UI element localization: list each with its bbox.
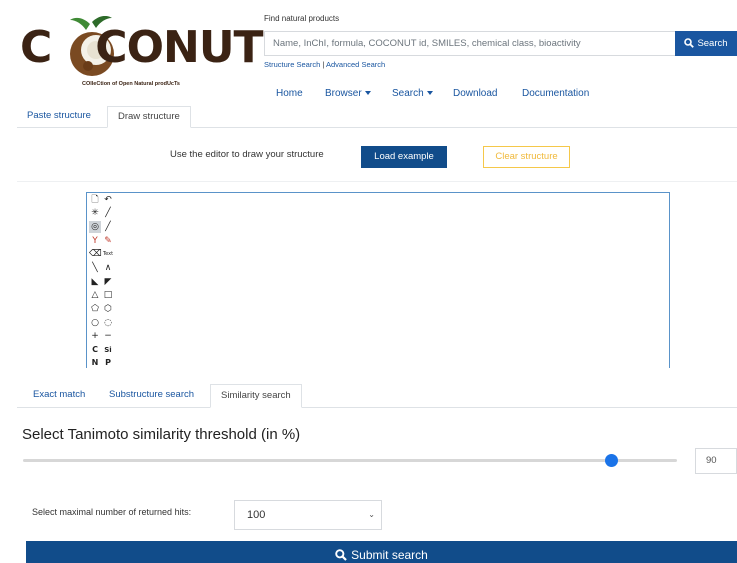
- pentagon-ring-icon[interactable]: ⬠: [89, 303, 101, 315]
- carbon-atom-button[interactable]: C: [89, 344, 101, 356]
- line-icon[interactable]: ╲: [89, 262, 101, 274]
- phosphorus-atom-button[interactable]: P: [102, 357, 114, 369]
- octagon-ring-icon[interactable]: ◌: [102, 317, 114, 329]
- similarity-slider-track[interactable]: [23, 459, 677, 462]
- bond-edit-icon[interactable]: ╱: [102, 221, 114, 233]
- triangle-ring-icon[interactable]: △: [89, 289, 101, 301]
- editor-toolbar: 🗋 ↶ ✳ ╱ ◎ ╱ Y ✎ ⌫ Text ╲ ∧ ◣ ◤ △ □ ⬠ ⬡ ○…: [86, 192, 117, 368]
- nav-documentation[interactable]: Documentation: [522, 88, 589, 99]
- structure-input-tabs: Paste structure Draw structure: [17, 106, 737, 128]
- search-type-tabs: Exact match Substructure search Similari…: [17, 384, 737, 408]
- eraser-red-icon[interactable]: ✎: [102, 235, 114, 247]
- nav-home[interactable]: Home: [276, 88, 303, 99]
- silicon-atom-button[interactable]: Si: [102, 344, 114, 356]
- plus-charge-icon[interactable]: +: [89, 330, 101, 342]
- text-tool-icon[interactable]: Text: [102, 248, 114, 260]
- atom-map-icon[interactable]: ✳: [89, 207, 101, 219]
- nav-search[interactable]: Search: [392, 88, 433, 99]
- eraser-icon[interactable]: ⌫: [89, 248, 102, 260]
- similarity-threshold-title: Select Tanimoto similarity threshold (in…: [22, 426, 301, 443]
- single-bond-icon[interactable]: ╱: [102, 207, 114, 219]
- square-ring-icon[interactable]: □: [102, 289, 114, 301]
- structure-search-link[interactable]: Structure Search: [264, 60, 320, 69]
- structure-editor-canvas[interactable]: [86, 192, 670, 368]
- lasso-icon[interactable]: ◎: [89, 221, 101, 233]
- clear-structure-button[interactable]: Clear structure: [483, 146, 570, 168]
- wedge-icon[interactable]: ◣: [89, 276, 101, 288]
- minus-charge-icon[interactable]: −: [102, 330, 114, 342]
- logo-wordmark: C CONUT: [20, 22, 264, 73]
- tab-draw-structure[interactable]: Draw structure: [107, 106, 191, 128]
- chevron-down-icon: ⌄: [368, 510, 375, 519]
- hexagon-ring-icon[interactable]: ⬡: [102, 303, 114, 315]
- new-document-icon[interactable]: 🗋: [89, 194, 101, 206]
- tab-paste-structure[interactable]: Paste structure: [17, 106, 101, 128]
- logo-subtitle: COlleCtion of Open Natural prodUcTs: [82, 81, 180, 87]
- search-sublinks: Structure Search | Advanced Search: [264, 60, 385, 69]
- magnifier-icon: [684, 38, 695, 48]
- search-button-label: Search: [697, 38, 728, 49]
- nav-download[interactable]: Download: [453, 88, 497, 99]
- similarity-value-input[interactable]: 90: [695, 448, 737, 474]
- find-products-label: Find natural products: [264, 14, 340, 23]
- submit-search-label: Submit search: [351, 548, 428, 562]
- advanced-search-link[interactable]: Advanced Search: [326, 60, 385, 69]
- chain-icon[interactable]: ∧: [102, 262, 114, 274]
- caret-down-icon: [364, 91, 371, 95]
- search-input[interactable]: Name, InChI, formula, COCONUT id, SMILES…: [264, 31, 675, 56]
- max-hits-label: Select maximal number of returned hits:: [32, 507, 192, 517]
- nitrogen-atom-button[interactable]: N: [89, 357, 101, 369]
- caret-down-icon: [426, 91, 433, 95]
- max-hits-selected-value: 100: [247, 509, 266, 521]
- load-example-button[interactable]: Load example: [361, 146, 447, 168]
- coconut-logo[interactable]: C CONUT COlleCtion of Open Natural prodUc…: [20, 12, 264, 92]
- magnifier-icon: [335, 549, 347, 561]
- tab-exact-match[interactable]: Exact match: [23, 384, 95, 408]
- tab-similarity-search[interactable]: Similarity search: [210, 384, 302, 408]
- max-hits-select[interactable]: 100 ⌄: [234, 500, 382, 530]
- submit-search-button[interactable]: Submit search: [26, 541, 737, 563]
- undo-icon[interactable]: ↶: [102, 194, 114, 206]
- nav-browser[interactable]: Browser: [325, 88, 371, 99]
- link-separator: |: [322, 60, 325, 69]
- similarity-slider-thumb[interactable]: [605, 454, 619, 467]
- tab-substructure-search[interactable]: Substructure search: [99, 384, 204, 408]
- search-button[interactable]: Search: [675, 31, 737, 56]
- editor-hint: Use the editor to draw your structure: [170, 149, 324, 160]
- fork-icon[interactable]: Y: [89, 235, 101, 247]
- heptagon-ring-icon[interactable]: ○: [89, 317, 101, 329]
- hash-wedge-icon[interactable]: ◤: [102, 276, 114, 288]
